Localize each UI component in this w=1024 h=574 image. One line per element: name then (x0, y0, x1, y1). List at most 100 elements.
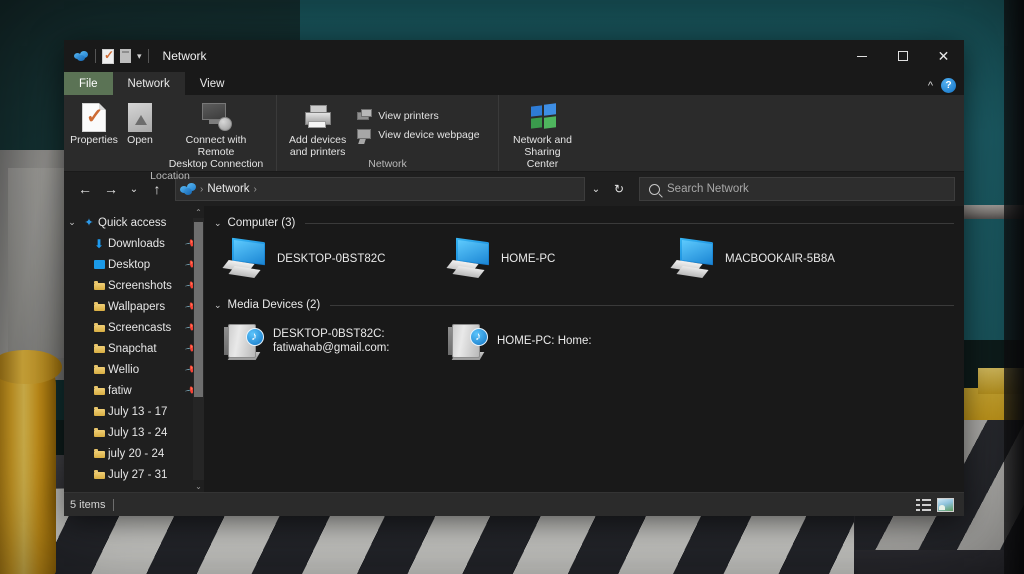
maximize-button[interactable] (882, 40, 923, 72)
list-item[interactable]: DESKTOP-0BST82C (224, 240, 448, 278)
properties-button[interactable]: Properties (70, 98, 118, 146)
view-printers-button[interactable]: View printers (352, 106, 484, 125)
open-button[interactable]: Open (118, 98, 162, 146)
nav-item-label: Wallpapers (108, 301, 186, 313)
nav-item-label: july 20 - 24 (108, 448, 198, 460)
scroll-down-icon[interactable]: ⌄ (195, 480, 202, 492)
status-divider (113, 499, 114, 511)
nav-item-screenshots[interactable]: Screenshots 📌 (64, 275, 204, 296)
open-icon (128, 102, 152, 132)
downloads-icon: ⬇ (90, 238, 108, 250)
ribbon-group-label-spacer (499, 170, 586, 173)
search-icon (649, 184, 660, 195)
computer-icon (448, 240, 492, 278)
nav-item-wallpapers[interactable]: Wallpapers 📌 (64, 296, 204, 317)
folder-icon (90, 449, 108, 458)
details-view-button[interactable] (916, 498, 931, 511)
view-device-webpage-label: View device webpage (378, 129, 479, 141)
nav-item-quick-access[interactable]: ⌄ ✦ Quick access (64, 212, 204, 233)
connect-remote-desktop-button[interactable]: Connect with Remote Desktop Connection (162, 98, 270, 170)
ribbon-group-sharing: Network and Sharing Center (498, 95, 586, 171)
new-folder-icon[interactable] (120, 49, 131, 63)
nav-item-july-27-31[interactable]: July 27 - 31 (64, 464, 204, 485)
search-placeholder: Search Network (667, 183, 749, 195)
toolbar-divider-2 (148, 49, 149, 63)
help-icon[interactable]: ? (941, 78, 956, 93)
status-bar: 5 items (64, 492, 964, 516)
close-button[interactable]: ✕ (923, 40, 964, 72)
network-sharing-center-button[interactable]: Network and Sharing Center (502, 98, 584, 170)
nav-item-label: Screencasts (108, 322, 186, 334)
nav-item-label: July 13 - 24 (108, 427, 198, 439)
properties-icon[interactable] (102, 49, 114, 64)
list-item[interactable]: HOME-PC: Home: (448, 322, 672, 362)
navigation-pane-scrollbar[interactable]: ⌃ ⌄ (193, 206, 204, 492)
star-icon: ✦ (80, 216, 98, 229)
nav-item-july-13-17[interactable]: July 13 - 17 (64, 401, 204, 422)
ribbon-group-label-network: Network (277, 158, 498, 173)
tab-file[interactable]: File (64, 72, 113, 95)
computer-icon (224, 240, 268, 278)
nav-item-screencasts[interactable]: Screencasts 📌 (64, 317, 204, 338)
group-rule (305, 223, 954, 224)
nav-item-label: July 27 - 31 (108, 469, 198, 481)
network-icon[interactable] (73, 48, 89, 64)
window-title: Network (163, 49, 207, 63)
add-devices-printers-icon (303, 102, 333, 132)
view-mode-buttons (916, 498, 958, 512)
view-device-webpage-icon (357, 128, 372, 141)
minimize-button[interactable] (841, 40, 882, 72)
ribbon-group-network: Add devices and printers View printers V… (276, 95, 498, 171)
nav-item-label: Screenshots (108, 280, 186, 292)
nav-item-fatiw[interactable]: fatiw 📌 (64, 380, 204, 401)
list-item[interactable]: MACBOOKAIR-5B8A (672, 240, 896, 278)
nav-item-label: Downloads (108, 238, 186, 250)
collapse-ribbon-chevron-icon[interactable]: ^ (928, 80, 933, 92)
nav-item-label: Snapchat (108, 343, 186, 355)
breadcrumb-separator-icon-2[interactable]: › (254, 184, 257, 195)
nav-item-desktop[interactable]: Desktop 📌 (64, 254, 204, 275)
folder-icon (90, 428, 108, 437)
chevron-down-icon[interactable]: ⌄ (64, 217, 80, 228)
scrollbar-thumb[interactable] (194, 222, 203, 397)
group-header-computer[interactable]: ⌄ Computer (3) (204, 214, 964, 232)
list-item[interactable]: HOME-PC (448, 240, 672, 278)
item-label: HOME-PC (501, 240, 555, 266)
chevron-down-icon[interactable]: ⌄ (214, 218, 222, 229)
navigation-pane: ⌄ ✦ Quick access ⬇ Downloads 📌 Desktop 📌… (64, 206, 204, 492)
computer-icon (672, 240, 716, 278)
nav-item-wellio[interactable]: Wellio 📌 (64, 359, 204, 380)
connect-remote-desktop-label: Connect with Remote Desktop Connection (168, 134, 264, 170)
scrollbar-track[interactable] (193, 218, 204, 480)
nav-item-label: Desktop (108, 259, 186, 271)
item-label: DESKTOP-0BST82C (277, 240, 385, 266)
title-bar: ▾ Network ✕ (64, 40, 964, 72)
open-label: Open (127, 134, 153, 146)
view-printers-label: View printers (378, 110, 439, 122)
nav-item-july-20-24[interactable]: july 20 - 24 (64, 443, 204, 464)
folder-icon (90, 281, 108, 290)
nav-item-july-13-24[interactable]: July 13 - 24 (64, 422, 204, 443)
network-small-buttons: View printers View device webpage (352, 98, 484, 144)
group-rule (330, 305, 954, 306)
list-item[interactable]: DESKTOP-0BST82C: fatiwahab@gmail.com: (224, 322, 448, 362)
tab-network[interactable]: Network (113, 72, 185, 95)
view-device-webpage-button[interactable]: View device webpage (352, 125, 484, 144)
group-header-media-devices[interactable]: ⌄ Media Devices (2) (204, 296, 964, 314)
scroll-up-icon[interactable]: ⌃ (195, 206, 202, 218)
large-icons-view-button[interactable] (937, 498, 954, 512)
tab-view[interactable]: View (185, 72, 240, 95)
media-device-icon (224, 322, 264, 362)
nav-item-snapchat[interactable]: Snapchat 📌 (64, 338, 204, 359)
customize-caret-icon[interactable]: ▾ (137, 51, 142, 62)
remote-desktop-icon (200, 102, 232, 132)
folder-icon (90, 470, 108, 479)
chevron-down-icon[interactable]: ⌄ (214, 300, 222, 311)
search-box[interactable]: Search Network (639, 177, 955, 201)
nav-item-label: Wellio (108, 364, 186, 376)
address-dropdown-button[interactable]: ⌄ (587, 177, 605, 201)
refresh-button[interactable]: ↻ (607, 177, 631, 201)
add-devices-printers-button[interactable]: Add devices and printers (283, 98, 352, 158)
file-list-view: ⌄ Computer (3) DESKTOP-0BST82C HOME-PC (204, 206, 964, 492)
nav-item-downloads[interactable]: ⬇ Downloads 📌 (64, 233, 204, 254)
